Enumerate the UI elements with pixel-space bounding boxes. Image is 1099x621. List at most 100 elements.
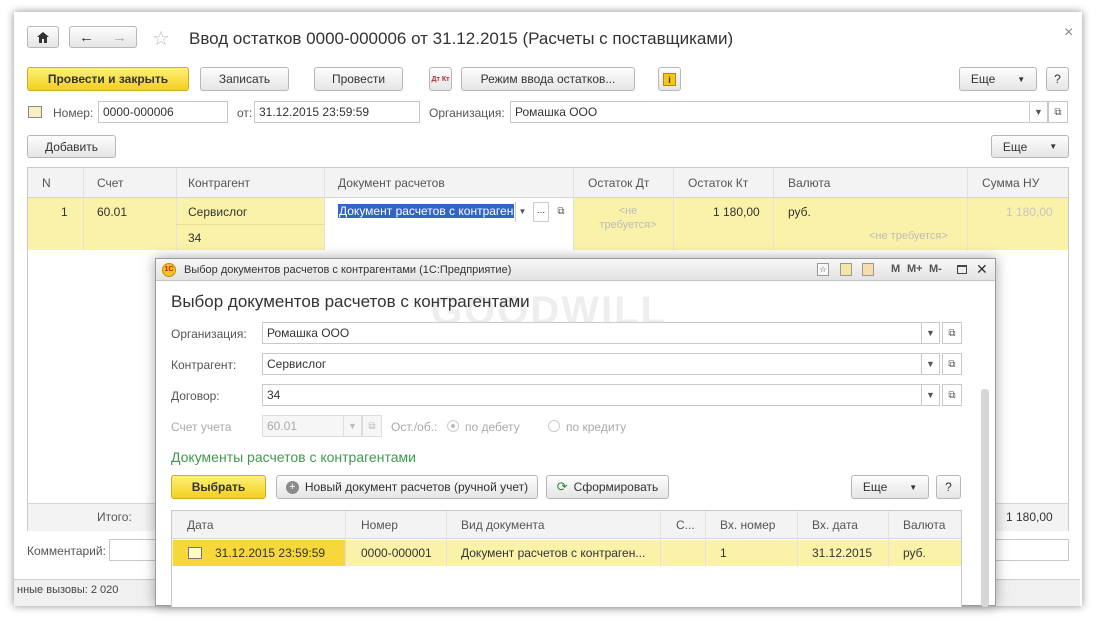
post-and-close-button[interactable]: Провести и закрыть bbox=[27, 67, 189, 91]
settlement-open-icon[interactable]: ⧉ bbox=[553, 202, 569, 222]
settlement-select-icon[interactable]: ... bbox=[533, 202, 549, 222]
col-counterparty[interactable]: Контрагент bbox=[188, 176, 250, 190]
comment-label: Комментарий: bbox=[27, 544, 106, 558]
chevron-down-icon: ▼ bbox=[1017, 74, 1026, 84]
counterparty-label: Контрагент: bbox=[171, 358, 237, 372]
organization-field[interactable]: Ромашка ООО bbox=[510, 101, 1030, 123]
documents-table: Дата Номер Вид документа С... Вх. номер … bbox=[171, 510, 962, 607]
col-number[interactable]: Номер bbox=[361, 518, 398, 532]
col-document-kind[interactable]: Вид документа bbox=[461, 518, 545, 532]
col-in-number[interactable]: Вх. номер bbox=[720, 518, 775, 532]
account-label: Счет учета bbox=[171, 420, 232, 434]
org-open-icon[interactable]: ⧉ bbox=[1048, 101, 1068, 123]
contract-field[interactable]: 34 bbox=[262, 384, 922, 406]
chevron-down-icon: ▼ bbox=[1049, 142, 1058, 151]
col-currency[interactable]: Валюта bbox=[788, 176, 830, 190]
total-label: Итого: bbox=[97, 510, 132, 524]
chevron-down-icon: ▼ bbox=[909, 482, 918, 492]
row-amount-nu: 1 180,00 bbox=[1006, 205, 1053, 219]
add-row-button[interactable]: Добавить bbox=[27, 135, 116, 158]
counterparty-open-icon[interactable]: ⧉ bbox=[942, 353, 962, 375]
memory-button[interactable]: M bbox=[891, 263, 900, 275]
row-balance-dt: <не требуется> bbox=[599, 205, 657, 231]
dtkt-icon[interactable]: Дт Кт bbox=[429, 67, 452, 91]
total-amount-nu: 1 180,00 bbox=[1006, 510, 1053, 524]
dialog-org-dropdown-icon[interactable]: ▼ bbox=[922, 322, 940, 344]
date-from-label: от: bbox=[237, 106, 253, 120]
memory-plus-button[interactable]: M+ bbox=[907, 263, 923, 275]
forward-arrow-icon[interactable]: → bbox=[112, 29, 127, 46]
save-button[interactable]: Записать bbox=[200, 67, 289, 91]
number-field[interactable]: 0000-000006 bbox=[98, 101, 228, 123]
dialog-more-button[interactable]: Еще ▼ bbox=[851, 475, 929, 499]
home-icon bbox=[37, 31, 49, 43]
settlement-doc-value[interactable]: Документ расчетов с контраген bbox=[338, 204, 514, 218]
col-date[interactable]: Дата bbox=[187, 518, 214, 532]
maximize-icon[interactable] bbox=[957, 265, 967, 274]
contract-label: Договор: bbox=[171, 389, 220, 403]
col-doc-currency[interactable]: Валюта bbox=[903, 518, 945, 532]
col-c[interactable]: С... bbox=[676, 518, 695, 532]
post-button[interactable]: Провести bbox=[314, 67, 403, 91]
dtkt-icon-label: Дт Кт bbox=[431, 75, 450, 83]
row-account: 60.01 bbox=[97, 205, 128, 219]
new-document-button[interactable]: + Новый документ расчетов (ручной учет) bbox=[276, 475, 538, 499]
doc-row-number: 0000-000001 bbox=[361, 546, 432, 560]
col-n[interactable]: N bbox=[42, 176, 51, 190]
document-row-icon bbox=[188, 547, 202, 559]
select-button[interactable]: Выбрать bbox=[171, 475, 266, 499]
dialog-org-label: Организация: bbox=[171, 327, 247, 341]
col-settlement-doc[interactable]: Документ расчетов bbox=[338, 176, 445, 190]
row-counterparty: Сервислог bbox=[188, 205, 248, 219]
table-more-button[interactable]: Еще ▼ bbox=[991, 135, 1069, 158]
col-in-date[interactable]: Вх. дата bbox=[812, 518, 858, 532]
status-text: нные вызовы: 2 020 bbox=[17, 584, 119, 596]
credit-label: по кредиту bbox=[566, 420, 627, 434]
row-n: 1 bbox=[61, 205, 68, 219]
refresh-icon: ⟳ bbox=[556, 479, 568, 494]
dialog-org-open-icon[interactable]: ⧉ bbox=[942, 322, 962, 344]
table-more-label: Еще bbox=[1002, 139, 1028, 154]
document-icon bbox=[28, 106, 42, 118]
doc-row-kind: Документ расчетов с контраген... bbox=[461, 546, 646, 560]
contract-open-icon[interactable]: ⧉ bbox=[942, 384, 962, 406]
dialog-help-button[interactable]: ? bbox=[936, 475, 961, 499]
number-label: Номер: bbox=[53, 106, 94, 120]
favorite-star-icon[interactable]: ☆ bbox=[152, 26, 170, 51]
col-account[interactable]: Счет bbox=[97, 176, 124, 190]
settlement-dropdown-icon[interactable]: ▼ bbox=[515, 202, 529, 222]
dialog-scrollbar[interactable] bbox=[981, 389, 989, 607]
col-balance-dt[interactable]: Остаток Дт bbox=[588, 176, 649, 190]
calendar-icon[interactable] bbox=[862, 263, 874, 276]
back-arrow-icon[interactable]: ← bbox=[79, 29, 94, 46]
info-icon[interactable]: i bbox=[658, 67, 681, 91]
counterparty-field[interactable]: Сервислог bbox=[262, 353, 922, 375]
row-contract: 34 bbox=[188, 231, 202, 245]
generate-button[interactable]: ⟳ Сформировать bbox=[546, 475, 669, 499]
help-button[interactable]: ? bbox=[1046, 67, 1069, 91]
dialog-close-icon[interactable]: ✕ bbox=[976, 261, 988, 278]
doc-row-currency: руб. bbox=[903, 546, 926, 560]
debit-label: по дебету bbox=[465, 420, 520, 434]
calculator-icon[interactable] bbox=[840, 263, 852, 276]
date-field[interactable]: 31.12.2015 23:59:59 bbox=[254, 101, 420, 123]
dialog-org-field[interactable]: Ромашка ООО bbox=[262, 322, 922, 344]
contract-dropdown-icon[interactable]: ▼ bbox=[922, 384, 940, 406]
bookmark-icon[interactable]: ☆ bbox=[817, 263, 829, 276]
organization-label: Организация: bbox=[429, 106, 505, 120]
col-amount-nu[interactable]: Сумма НУ bbox=[982, 176, 1039, 190]
col-balance-kt[interactable]: Остаток Кт bbox=[688, 176, 748, 190]
org-dropdown-icon[interactable]: ▼ bbox=[1030, 101, 1048, 123]
close-icon[interactable]: × bbox=[1064, 24, 1073, 42]
home-button[interactable] bbox=[27, 26, 59, 48]
row-currency-note: <не требуется> bbox=[869, 230, 948, 242]
balance-mode-button[interactable]: Режим ввода остатков... bbox=[461, 67, 635, 91]
table-header bbox=[28, 168, 1068, 198]
more-button[interactable]: Еще ▼ bbox=[959, 67, 1037, 91]
counterparty-dropdown-icon[interactable]: ▼ bbox=[922, 353, 940, 375]
memory-minus-button[interactable]: M- bbox=[929, 263, 942, 275]
app-1c-icon: 1С bbox=[162, 263, 176, 277]
window-title: Ввод остатков 0000-000006 от 31.12.2015 … bbox=[189, 29, 734, 48]
dialog-window-title: Выбор документов расчетов с контрагентам… bbox=[184, 264, 512, 276]
account-field: 60.01 bbox=[262, 415, 344, 437]
